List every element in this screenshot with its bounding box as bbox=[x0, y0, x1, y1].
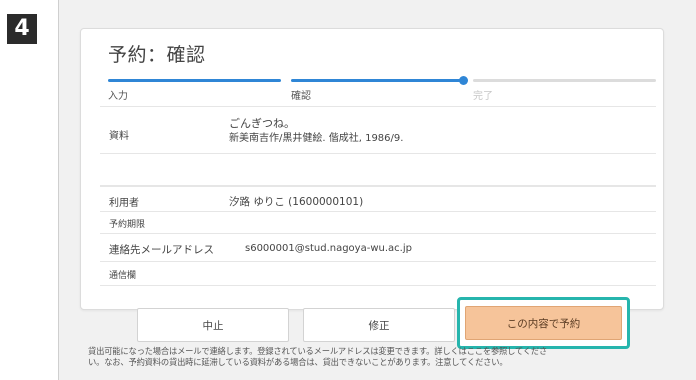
notice-text: 貸出可能になった場合はメールで連絡します。登録されているメールアドレスは変更でき… bbox=[88, 346, 692, 368]
progress-label-complete: 完了 bbox=[473, 91, 493, 102]
edit-button[interactable]: 修正 bbox=[303, 308, 455, 342]
detail-row-period: 予約期限 bbox=[100, 212, 656, 234]
progress-label-confirm: 確認 bbox=[291, 91, 311, 102]
email-value: s6000001@stud.nagoya-wu.ac.jp bbox=[245, 243, 412, 254]
confirm-button-highlight: この内容で予約 bbox=[457, 297, 630, 349]
progress-label-input: 入力 bbox=[108, 91, 128, 102]
progress-current-marker bbox=[459, 76, 468, 85]
detail-row-memo: 通信欄 bbox=[100, 262, 656, 286]
period-label: 予約期限 bbox=[109, 220, 146, 230]
progress-segment-confirm bbox=[291, 79, 465, 82]
progress-segment-complete bbox=[473, 79, 656, 82]
notice-line-1: 貸出可能になった場合はメールで連絡します。登録されているメールアドレスは変更でき… bbox=[88, 346, 548, 356]
material-label: 資料 bbox=[109, 131, 129, 142]
cancel-button[interactable]: 中止 bbox=[137, 308, 289, 342]
detail-row-spacer bbox=[100, 154, 656, 186]
detail-row-user: 利用者 汐路 ゆりこ (1600000101) bbox=[100, 186, 656, 212]
material-info: 新美南吉作/黒井健絵. 偕成社, 1986/9. bbox=[229, 133, 404, 144]
detail-row-email: 連絡先メールアドレス s6000001@stud.nagoya-wu.ac.jp bbox=[100, 234, 656, 262]
progress-segment-input bbox=[108, 79, 281, 82]
confirm-reservation-button[interactable]: この内容で予約 bbox=[465, 306, 622, 340]
email-label: 連絡先メールアドレス bbox=[109, 244, 214, 256]
progress-indicator: 入力 確認 完了 bbox=[108, 76, 656, 102]
user-value: 汐路 ゆりこ (1600000101) bbox=[229, 196, 364, 208]
detail-row-material: 資料 ごんぎつね。 新美南吉作/黒井健絵. 偕成社, 1986/9. bbox=[100, 106, 656, 154]
page-title: 予約：確認 bbox=[108, 44, 206, 66]
user-label: 利用者 bbox=[109, 198, 139, 209]
notice-line-2: い。なお、予約資料の貸出時に延滞している資料がある場合は、貸出できないことがあり… bbox=[88, 357, 508, 367]
memo-label: 通信欄 bbox=[109, 271, 137, 281]
step-number-badge: 4 bbox=[7, 14, 37, 44]
